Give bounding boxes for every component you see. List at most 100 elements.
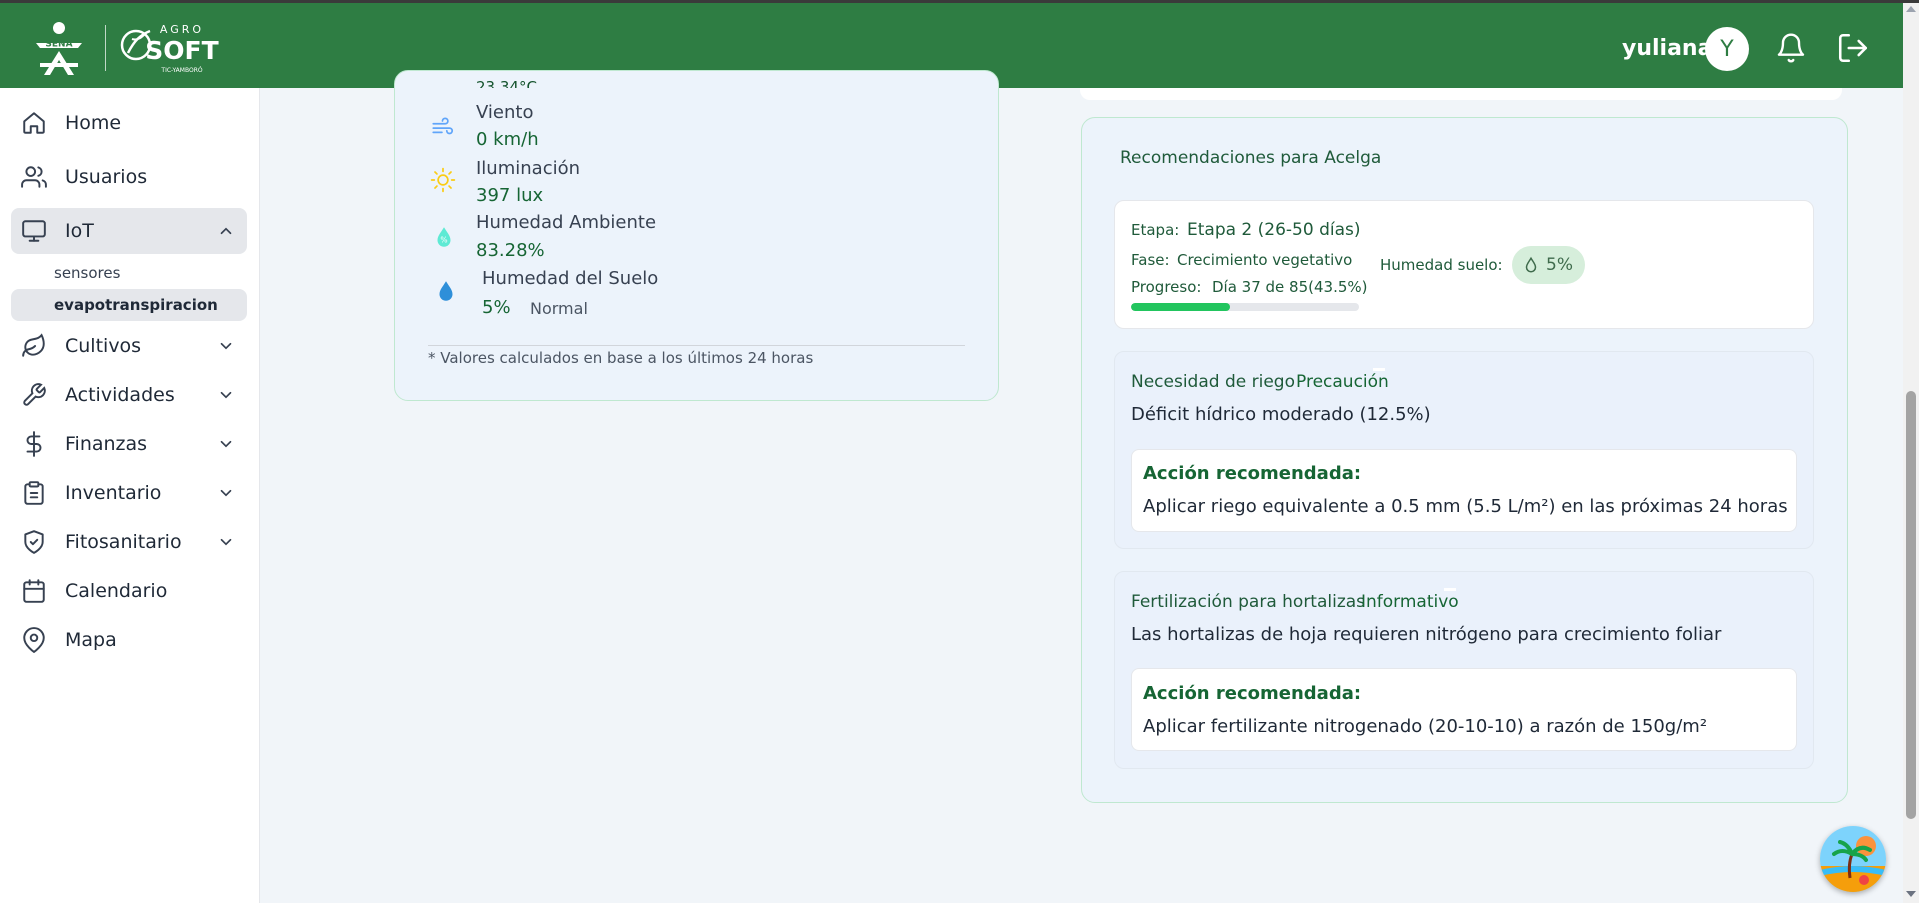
phase-label: Fase: — [1131, 251, 1170, 269]
sidebar-item-actividades[interactable]: Actividades — [11, 372, 247, 418]
sena-logo[interactable]: SENA — [30, 19, 88, 75]
illumination-value: 397 lux — [476, 185, 544, 206]
stage-label: Etapa: — [1131, 221, 1180, 239]
soil-humidity-label: Humedad suelo: — [1380, 256, 1503, 274]
sidebar-item-label: Calendario — [65, 580, 168, 602]
chevron-down-icon — [220, 391, 232, 399]
chevron-down-icon — [220, 538, 232, 546]
sidebar-item-label: Fitosanitario — [65, 531, 182, 553]
recommendation-tag: Informativo — [1361, 592, 1459, 612]
palm-beach-icon — [1820, 826, 1886, 892]
stage-value: Etapa 2 (26-50 días) — [1187, 220, 1361, 240]
agrosoft-logo[interactable]: AGRO SOFT TIC-YAMBORÓ — [120, 19, 220, 75]
wind-icon — [432, 117, 454, 135]
scrollbar-thumb[interactable] — [1906, 391, 1916, 819]
sun-icon — [430, 167, 456, 193]
sidebar-item-label: Usuarios — [65, 166, 148, 188]
progress-bar-fill — [1131, 303, 1231, 311]
sidebar-subitem-label: sensores — [54, 264, 121, 282]
svg-text:TIC-YAMBORÓ: TIC-YAMBORÓ — [160, 67, 202, 74]
soil-humidity-label: Humedad del Suelo — [482, 268, 659, 289]
wind-label: Viento — [476, 102, 534, 123]
progress-label: Progreso: — [1131, 278, 1202, 296]
clipboard-icon — [24, 481, 44, 505]
action-text: Aplicar fertilizante nitrogenado (20-10-… — [1143, 716, 1708, 737]
svg-text:%: % — [440, 235, 447, 244]
progress-value: Día 37 de 85(43.5%) — [1212, 278, 1368, 296]
sidebar-item-label: Inventario — [65, 482, 162, 504]
wrench-icon — [23, 383, 46, 406]
phase-value: Crecimiento vegetativo — [1177, 251, 1353, 269]
recommendation-description: Déficit hídrico moderado (12.5%) — [1131, 404, 1431, 425]
sidebar-item-label: Actividades — [65, 384, 175, 406]
assistant-fab-button[interactable] — [1820, 826, 1886, 892]
action-title: Acción recomendada: — [1143, 683, 1362, 704]
monitor-icon — [22, 220, 46, 242]
tag-marker — [1373, 368, 1385, 371]
svg-text:AGRO: AGRO — [160, 23, 204, 36]
action-box — [1131, 668, 1797, 751]
wind-value: 0 km/h — [476, 129, 539, 150]
soil-humidity-status: Normal — [530, 299, 588, 318]
sidebar-item-label: Cultivos — [65, 335, 142, 357]
sidebar-item-label: Finanzas — [65, 433, 148, 455]
scroll-up-arrow-icon[interactable] — [1906, 6, 1916, 12]
home-icon — [23, 112, 45, 134]
svg-text:SENA: SENA — [45, 40, 72, 50]
scroll-down-arrow-icon[interactable] — [1906, 891, 1916, 897]
temperature-value-clipped: 23.34°C — [476, 78, 537, 88]
sidebar-item-usuarios[interactable]: Usuarios — [11, 154, 247, 200]
chevron-up-icon — [220, 227, 232, 235]
logo-separator — [105, 25, 106, 71]
sidebar-item-finanzas[interactable]: Finanzas — [11, 421, 247, 467]
svg-text:SOFT: SOFT — [145, 36, 218, 65]
sidebar-item-label: Mapa — [65, 629, 117, 651]
sidebar-subitem-evapotranspiracion[interactable]: evapotranspiracion — [11, 289, 247, 321]
recommendation-heading: Necesidad de riego — [1131, 372, 1295, 392]
shield-icon — [24, 530, 44, 554]
ambient-humidity-label: Humedad Ambiente — [476, 212, 657, 233]
action-box — [1131, 449, 1797, 532]
sidebar-item-mapa[interactable]: Mapa — [11, 617, 247, 663]
sidebar-item-label: Home — [65, 112, 122, 134]
recommendation-tag: Precaución — [1296, 372, 1389, 392]
sidebar-subitem-label: evapotranspiracion — [54, 296, 218, 314]
upper-card-edge — [1080, 88, 1842, 100]
sidebar-item-iot[interactable]: IoT — [11, 208, 247, 254]
logout-icon[interactable] — [1836, 31, 1870, 65]
sidebar-subitem-sensores[interactable]: sensores — [11, 257, 247, 289]
soil-humidity-badge: 5% — [1512, 246, 1585, 284]
recommendations-title: Recomendaciones para Acelga — [1120, 148, 1382, 168]
sidebar-item-label: IoT — [65, 220, 94, 242]
sidebar-item-fitosanitario[interactable]: Fitosanitario — [11, 519, 247, 565]
action-title: Acción recomendada: — [1143, 463, 1362, 484]
progress-bar — [1131, 303, 1359, 311]
action-text: Aplicar riego equivalente a 0.5 mm (5.5 … — [1143, 496, 1788, 517]
metrics-footnote: * Valores calculados en base a los últim… — [428, 349, 814, 367]
recommendation-heading: Fertilización para hortalizas — [1131, 592, 1366, 612]
avatar[interactable]: Y — [1705, 27, 1749, 71]
dollar-icon — [26, 431, 42, 457]
sidebar-item-calendario[interactable]: Calendario — [11, 568, 247, 614]
users-icon — [21, 166, 47, 188]
sidebar: Home Usuarios IoT sensores evapotranspir… — [0, 88, 260, 903]
illumination-label: Iluminación — [476, 158, 581, 179]
sidebar-item-cultivos[interactable]: Cultivos — [11, 323, 247, 369]
ambient-humidity-value: 83.28% — [476, 240, 545, 261]
card-divider — [428, 345, 965, 346]
sidebar-item-home[interactable]: Home — [11, 100, 247, 146]
recommendation-description: Las hortalizas de hoja requieren nitróge… — [1131, 624, 1722, 645]
tag-marker — [1444, 588, 1456, 591]
soil-humidity-value: 5% — [482, 297, 511, 318]
user-name: yuliana — [1622, 36, 1713, 61]
chevron-down-icon — [220, 440, 232, 448]
chevron-down-icon — [220, 342, 232, 350]
bell-icon[interactable] — [1775, 31, 1807, 65]
droplet-icon — [1525, 256, 1537, 273]
soil-humidity-badge-value: 5% — [1546, 255, 1573, 275]
calendar-icon — [23, 579, 45, 603]
chevron-down-icon — [220, 489, 232, 497]
humidity-droplet-icon: % — [437, 227, 451, 247]
soil-water-drop-icon — [439, 281, 453, 301]
sidebar-item-inventario[interactable]: Inventario — [11, 470, 247, 516]
